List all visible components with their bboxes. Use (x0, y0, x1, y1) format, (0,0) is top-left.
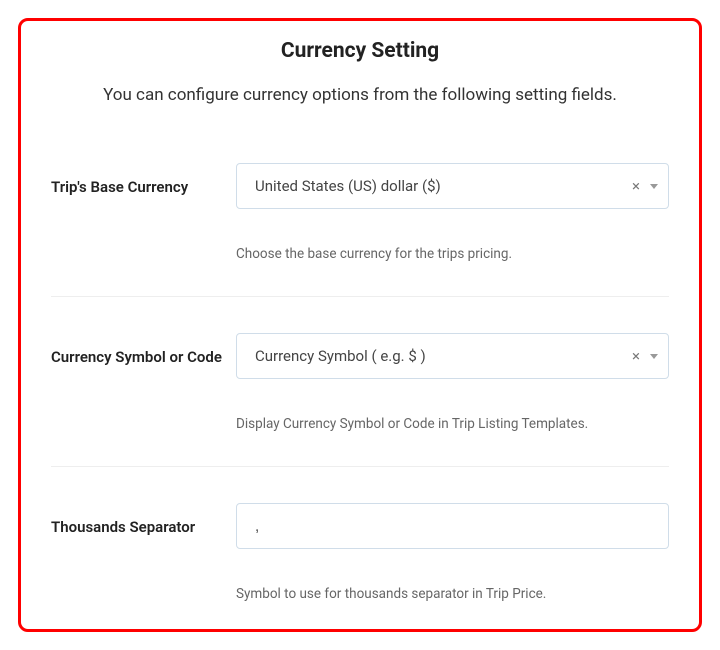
thousands-separator-input[interactable] (236, 503, 669, 549)
field-label-base-currency: Trip's Base Currency (51, 163, 236, 198)
field-help-base-currency: Choose the base currency for the trips p… (236, 246, 669, 262)
chevron-down-icon (650, 184, 658, 189)
field-base-currency: Trip's Base Currency United States (US) … (51, 163, 669, 223)
panel-title: Currency Setting (51, 39, 669, 63)
field-thousands-separator: Thousands Separator (51, 503, 669, 563)
field-label-symbol-or-code: Currency Symbol or Code (51, 333, 236, 368)
field-help-thousands-separator: Symbol to use for thousands separator in… (236, 586, 669, 602)
divider (51, 296, 669, 297)
symbol-or-code-select[interactable]: Currency Symbol ( e.g. $ ) × (236, 333, 669, 379)
base-currency-select[interactable]: United States (US) dollar ($) × (236, 163, 669, 209)
field-symbol-or-code: Currency Symbol or Code Currency Symbol … (51, 333, 669, 393)
panel-subtitle: You can configure currency options from … (51, 85, 669, 105)
field-help-symbol-or-code: Display Currency Symbol or Code in Trip … (236, 416, 669, 432)
divider (51, 466, 669, 467)
field-label-thousands-separator: Thousands Separator (51, 503, 236, 538)
symbol-or-code-value: Currency Symbol ( e.g. $ ) (255, 347, 626, 365)
chevron-down-icon (650, 354, 658, 359)
currency-settings-panel: Currency Setting You can configure curre… (18, 18, 702, 632)
clear-icon[interactable]: × (626, 179, 646, 194)
base-currency-value: United States (US) dollar ($) (255, 177, 626, 195)
clear-icon[interactable]: × (626, 349, 646, 364)
